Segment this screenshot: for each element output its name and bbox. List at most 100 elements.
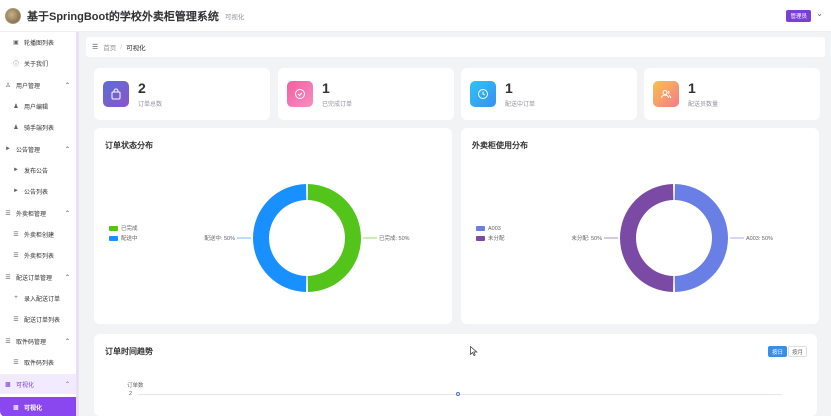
sidebar-item-6[interactable]: ► 发布公告 (0, 160, 78, 180)
sidebar-group-2[interactable]: ♙ 用户管理 ⌃ (0, 75, 78, 95)
legend-swatch[interactable] (476, 236, 485, 241)
chevron-up-icon: ⌃ (64, 338, 70, 345)
sidebar-item-17[interactable]: ▩ 可视化 (0, 397, 78, 416)
megaphone-icon: ► (13, 188, 19, 194)
locker-usage-donut-chart: A003: 50% A003 未分配: 50% 未分配 (476, 184, 773, 292)
toggle-by-month-button[interactable]: 按月 (788, 346, 807, 357)
sidebar-item-label: 外卖柜创建 (24, 232, 55, 239)
grid-line (138, 394, 782, 395)
sidebar-group-16[interactable]: ▩ 可视化 ⌃ (0, 374, 78, 394)
sidebar-item-7[interactable]: ► 公告列表 (0, 181, 78, 201)
stat-label: 订单总数 (138, 101, 163, 108)
pie-slice[interactable] (307, 184, 361, 292)
legend-swatch[interactable] (109, 236, 118, 241)
list-icon: ☰ (5, 210, 11, 217)
megaphone-icon: ► (13, 167, 19, 173)
sidebar-item-1[interactable]: ⓘ 关于我们 (0, 53, 78, 73)
order-status-chart-card: 订单状态分布 已完成: 50% 已完成 配送中: 50% 配送中 (94, 128, 452, 324)
legend-swatch[interactable] (476, 226, 485, 231)
list-icon: ☰ (13, 359, 19, 366)
sidebar-item-label: 可视化 (24, 405, 43, 412)
sidebar-item-label: 取件码管理 (16, 339, 47, 346)
bar-chart-icon: ▩ (13, 404, 19, 411)
app-logo (5, 7, 21, 24)
sidebar-item-label: 公告管理 (16, 147, 41, 154)
sidebar-scrollbar[interactable] (76, 32, 78, 416)
mouse-cursor-icon (470, 346, 478, 356)
sidebar-item-15[interactable]: ☰ 取件码列表 (0, 352, 78, 372)
stat-label: 已完成订单 (322, 101, 353, 108)
sidebar-item-label: 公告列表 (24, 189, 49, 196)
stat-card-couriers: 1 配送员数量 (644, 68, 820, 120)
role-badge[interactable]: 管理员 (786, 10, 811, 22)
pie-slice[interactable] (674, 184, 728, 292)
sidebar-item-0[interactable]: ▣ 轮播图列表 (0, 32, 78, 52)
top-header: 基于SpringBoot的学校外卖柜管理系统 可视化 管理员 ⌄ (0, 0, 831, 32)
y-axis-label: 订单数 (127, 383, 144, 389)
list-icon: ☰ (13, 252, 19, 259)
stat-card-completed-orders: 1 已完成订单 (278, 68, 454, 120)
sidebar-group-8[interactable]: ☰ 外卖柜管理 ⌃ (0, 203, 78, 223)
chevron-up-icon: ⌃ (64, 274, 70, 281)
menu-fold-icon[interactable]: ☰ (92, 43, 98, 51)
slice-label: 配送中: 50% (204, 234, 235, 242)
chevron-up-icon: ⌃ (64, 146, 70, 153)
legend-label[interactable]: 配送中 (121, 234, 138, 242)
sidebar-group-11[interactable]: ☰ 配送订单管理 ⌃ (0, 267, 78, 287)
sidebar-item-label: 外卖柜管理 (16, 211, 47, 218)
toggle-by-day-button[interactable]: 按日 (768, 346, 787, 357)
stat-label: 配送员数量 (688, 101, 719, 108)
pie-slice[interactable] (620, 184, 674, 292)
legend-label[interactable]: 未分配 (488, 234, 505, 242)
breadcrumb-separator: / (120, 43, 123, 51)
chevron-down-icon[interactable]: ⌄ (816, 9, 823, 18)
sidebar-item-4[interactable]: ♟ 骑手端列表 (0, 117, 78, 137)
order-status-donut-chart: 已完成: 50% 已完成配送中: 50% 配送中 (109, 184, 410, 292)
sidebar-item-label: 关于我们 (24, 61, 49, 68)
sidebar-item-9[interactable]: ☰ 外卖柜创建 (0, 224, 78, 244)
list-icon: ☰ (5, 274, 11, 281)
users-icon (653, 81, 679, 107)
breadcrumb-home[interactable]: 首页 (103, 42, 116, 52)
sidebar-item-label: 轮播图列表 (24, 40, 55, 47)
y-tick-label: 2 (129, 391, 133, 397)
sidebar-item-12[interactable]: + 录入配送订单 (0, 288, 78, 308)
sidebar-item-label: 可视化 (16, 382, 35, 389)
breadcrumb: ☰ 首页 / 可视化 (86, 37, 825, 57)
list-icon: ☰ (13, 316, 19, 323)
sidebar-group-5[interactable]: ► 公告管理 ⌃ (0, 139, 78, 159)
list-icon: ☰ (5, 338, 11, 345)
sidebar-item-10[interactable]: ☰ 外卖柜列表 (0, 245, 78, 265)
locker-usage-chart-card: 外卖柜使用分布 A003: 50% A003 未分配: 50% 未分配 (461, 128, 819, 324)
stat-value: 1 (322, 79, 330, 96)
sidebar-item-13[interactable]: ☰ 配送订单列表 (0, 309, 78, 329)
check-circle-icon (287, 81, 313, 107)
slice-label: 已完成: 50% (379, 234, 410, 242)
slice-label: 未分配: 50% (571, 234, 602, 242)
legend-label[interactable]: 已完成 (121, 224, 138, 232)
chevron-up-icon: ⌃ (64, 82, 70, 89)
chevron-up-icon: ⌃ (64, 381, 70, 388)
sidebar-item-label: 外卖柜列表 (24, 253, 55, 260)
sidebar-item-label: 录入配送订单 (24, 296, 61, 303)
list-icon: ☰ (13, 231, 19, 238)
sidebar-item-label: 配送订单列表 (24, 317, 61, 324)
app-subtitle: 可视化 (224, 13, 245, 21)
image-icon: ▣ (13, 39, 19, 46)
sidebar-item-label: 骑手端列表 (24, 125, 55, 132)
clock-icon (470, 81, 496, 107)
legend-swatch[interactable] (109, 226, 118, 231)
sidebar-item-label: 用户编辑 (24, 104, 49, 111)
stat-value: 1 (505, 79, 513, 96)
sidebar-item-label: 取件码列表 (24, 360, 55, 367)
megaphone-icon: ► (5, 146, 11, 152)
chevron-up-icon: ⌃ (64, 210, 70, 217)
bar-chart-icon: ▩ (5, 381, 11, 388)
legend-label[interactable]: A003 (488, 226, 501, 232)
sidebar: ▩ 可视化 ▩ 可视化 ⌃ ☰ 取件码列表 ☰ 取件码管理 ⌃ ☰ 配送订单列表 + 录入配送订单 ☰ 配送订… (0, 32, 79, 416)
sidebar-group-14[interactable]: ☰ 取件码管理 ⌃ (0, 331, 78, 351)
user-icon: ♟ (13, 124, 19, 131)
sidebar-item-3[interactable]: ♟ 用户编辑 (0, 96, 78, 116)
pie-slice[interactable] (253, 184, 307, 292)
data-point (456, 392, 460, 396)
